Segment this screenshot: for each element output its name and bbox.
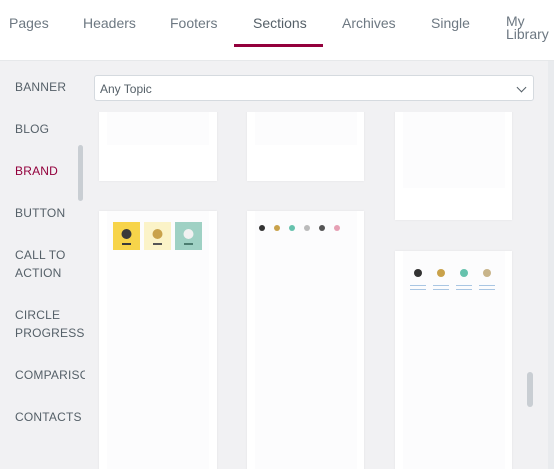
tab-pages[interactable]: Pages bbox=[9, 15, 49, 31]
topic-select-value: Any Topic bbox=[100, 82, 152, 96]
template-card[interactable] bbox=[247, 211, 364, 469]
template-card[interactable] bbox=[99, 211, 217, 469]
tab-single[interactable]: Single bbox=[431, 15, 470, 31]
sidebar-item-contacts[interactable]: CONTACTS bbox=[15, 408, 82, 426]
template-preview bbox=[255, 211, 357, 469]
tab-my-library-line2: Library bbox=[506, 26, 549, 42]
tab-archives[interactable]: Archives bbox=[342, 15, 396, 31]
brand-logos-strip-icon bbox=[259, 225, 340, 231]
sidebar-item-label: ACTION bbox=[15, 266, 62, 280]
sidebar-item-button[interactable]: BUTTON bbox=[15, 204, 65, 222]
brand-logo-thumbnail bbox=[113, 222, 140, 250]
tab-sections[interactable]: Sections bbox=[253, 15, 307, 31]
category-sidebar: BANNER BLOG BRAND BUTTON CALL TO ACTION … bbox=[0, 61, 85, 469]
topic-select[interactable]: Any Topic bbox=[94, 75, 534, 101]
template-card[interactable] bbox=[395, 251, 512, 469]
template-preview bbox=[107, 112, 209, 145]
brand-logo-thumbnail bbox=[175, 222, 202, 250]
template-card[interactable] bbox=[99, 112, 217, 181]
template-card[interactable] bbox=[395, 112, 512, 220]
brand-logo-thumbnail bbox=[144, 222, 171, 250]
template-grid bbox=[92, 112, 532, 469]
scroll-track bbox=[548, 61, 554, 469]
sidebar-scrollbar[interactable] bbox=[78, 145, 83, 201]
brand-logos-row-icon bbox=[410, 269, 495, 290]
sidebar-item-call-to-action[interactable]: CALL TO ACTION bbox=[15, 246, 66, 282]
tab-headers[interactable]: Headers bbox=[83, 15, 136, 31]
content-scrollbar[interactable] bbox=[527, 372, 533, 407]
chevron-down-icon bbox=[516, 82, 527, 93]
tab-footers[interactable]: Footers bbox=[170, 15, 217, 31]
tab-my-library[interactable]: My Library bbox=[506, 14, 549, 42]
sidebar-item-blog[interactable]: BLOG bbox=[15, 120, 49, 138]
sidebar-item-banner[interactable]: BANNER bbox=[15, 78, 66, 96]
active-tab-indicator bbox=[234, 44, 323, 47]
lion-icon bbox=[152, 229, 163, 245]
sidebar-item-circle-progress[interactable]: CIRCLE PROGRESS bbox=[15, 306, 85, 342]
top-navigation: Pages Headers Footers Sections Archives … bbox=[0, 0, 554, 61]
dog-icon bbox=[183, 229, 194, 245]
cat-icon bbox=[121, 229, 132, 245]
sidebar-item-label: PROGRESS bbox=[15, 326, 85, 340]
sidebar-item-label: CIRCLE bbox=[15, 308, 61, 322]
template-preview bbox=[403, 112, 505, 188]
template-preview bbox=[255, 112, 357, 145]
template-card[interactable] bbox=[247, 112, 364, 181]
sidebar-item-brand[interactable]: BRAND bbox=[15, 162, 58, 180]
sidebar-item-comparison[interactable]: COMPARISON bbox=[15, 366, 85, 384]
sidebar-item-label: CALL TO bbox=[15, 248, 66, 262]
